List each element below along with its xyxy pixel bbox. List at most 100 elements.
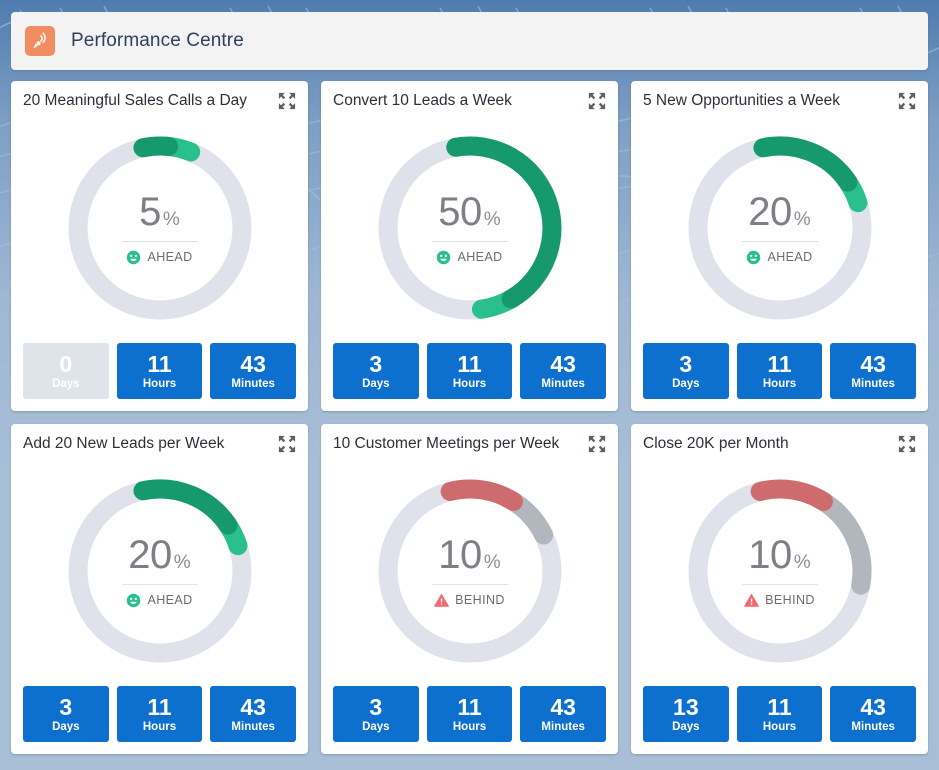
expand-icon[interactable]: [588, 92, 606, 110]
timer-tile-hours[interactable]: 11 Hours: [426, 686, 513, 742]
card-title: Add 20 New Leads per Week: [23, 435, 225, 452]
card-header: 5 New Opportunities a Week: [643, 91, 916, 117]
expand-icon[interactable]: [278, 92, 296, 110]
gauge-arc-progress: [440, 479, 523, 511]
timer-value: 13: [673, 693, 699, 720]
card-header: 20 Meaningful Sales Calls a Day: [23, 91, 296, 117]
timer-tile-days[interactable]: 3 Days: [643, 343, 729, 399]
countdown-timers: 3 Days 11 Hours 43 Minutes: [333, 686, 606, 742]
timer-tile-days[interactable]: 13 Days: [643, 686, 729, 742]
timer-tile-hours[interactable]: 11 Hours: [116, 343, 203, 399]
timer-tile-days[interactable]: 3 Days: [333, 343, 419, 399]
gauge-container: 50 % AHEAD: [333, 117, 606, 339]
progress-gauge: 10 % BEHIND: [677, 468, 883, 674]
timer-value: 43: [860, 350, 886, 377]
card-title: Convert 10 Leads a Week: [333, 92, 512, 109]
gauge-arc-progress: [750, 479, 833, 511]
timer-label: Days: [672, 721, 700, 734]
gauge-svg: [688, 479, 871, 663]
timer-label: Minutes: [851, 378, 895, 391]
timer-label: Hours: [142, 721, 177, 734]
timer-tile-days[interactable]: 0 Days: [23, 343, 109, 399]
card-title: Close 20K per Month: [643, 435, 789, 452]
timer-value: 43: [860, 693, 886, 720]
timer-label: Days: [362, 378, 390, 391]
timer-label: Minutes: [231, 721, 275, 734]
goal-card: 20 Meaningful Sales Calls a Day 5 % AHEA…: [11, 81, 308, 411]
app-root: Performance Centre 20 Meaningful Sales C…: [0, 0, 939, 754]
card-title: 10 Customer Meetings per Week: [333, 435, 560, 452]
goal-card: 10 Customer Meetings per Week 10 % BEHIN…: [321, 424, 618, 754]
timer-value: 11: [147, 693, 172, 720]
card-title: 5 New Opportunities a Week: [643, 92, 841, 109]
timer-label: Hours: [452, 721, 487, 734]
expand-icon[interactable]: [278, 435, 296, 453]
timer-value: 43: [240, 350, 266, 377]
gauge-svg: [68, 136, 251, 320]
timer-value: 3: [369, 350, 383, 377]
timer-label: Hours: [762, 378, 797, 391]
timer-tile-hours[interactable]: 11 Hours: [116, 686, 203, 742]
countdown-timers: 3 Days 11 Hours 43 Minutes: [643, 343, 916, 399]
app-header: Performance Centre: [11, 12, 928, 70]
progress-gauge: 20 % AHEAD: [677, 125, 883, 331]
goal-card: Add 20 New Leads per Week 20 % AHEAD 3 D…: [11, 424, 308, 754]
timer-tile-days[interactable]: 3 Days: [23, 686, 109, 742]
gauge-arc-progress: [752, 136, 857, 192]
timer-tile-minutes[interactable]: 43 Minutes: [210, 686, 296, 742]
timer-label: Days: [52, 721, 80, 734]
goal-card-grid: 20 Meaningful Sales Calls a Day 5 % AHEA…: [11, 81, 928, 754]
page-title: Performance Centre: [71, 30, 244, 51]
progress-gauge: 10 % BEHIND: [367, 468, 573, 674]
timer-label: Hours: [142, 378, 177, 391]
timer-value: 11: [457, 693, 482, 720]
card-header: 10 Customer Meetings per Week: [333, 434, 606, 460]
countdown-timers: 13 Days 11 Hours 43 Minutes: [643, 686, 916, 742]
timer-label: Minutes: [541, 721, 585, 734]
timer-tile-days[interactable]: 3 Days: [333, 686, 419, 742]
timer-tile-minutes[interactable]: 43 Minutes: [830, 343, 916, 399]
timer-value: 11: [147, 350, 172, 377]
expand-icon[interactable]: [898, 92, 916, 110]
timer-tile-hours[interactable]: 11 Hours: [736, 686, 823, 742]
satellite-dish-icon: [25, 26, 55, 56]
timer-tile-hours[interactable]: 11 Hours: [426, 343, 513, 399]
timer-label: Days: [672, 378, 700, 391]
expand-icon[interactable]: [898, 435, 916, 453]
timer-value: 11: [457, 350, 482, 377]
timer-value: 3: [59, 693, 73, 720]
timer-tile-minutes[interactable]: 43 Minutes: [520, 686, 606, 742]
expand-icon[interactable]: [588, 435, 606, 453]
progress-gauge: 5 % AHEAD: [57, 125, 263, 331]
progress-gauge: 20 % AHEAD: [57, 468, 263, 674]
gauge-svg: [378, 136, 561, 320]
gauge-container: 10 % BEHIND: [333, 460, 606, 682]
timer-value: 3: [679, 350, 693, 377]
timer-tile-minutes[interactable]: 43 Minutes: [210, 343, 296, 399]
timer-tile-minutes[interactable]: 43 Minutes: [520, 343, 606, 399]
timer-label: Minutes: [851, 721, 895, 734]
countdown-timers: 3 Days 11 Hours 43 Minutes: [23, 686, 296, 742]
card-title: 20 Meaningful Sales Calls a Day: [23, 92, 248, 109]
goal-card: 5 New Opportunities a Week 20 % AHEAD 3 …: [631, 81, 928, 411]
timer-label: Days: [52, 378, 80, 391]
timer-value: 3: [369, 693, 383, 720]
gauge-container: 20 % AHEAD: [643, 117, 916, 339]
gauge-container: 10 % BEHIND: [643, 460, 916, 682]
goal-card: Close 20K per Month 10 % BEHIND 13 Days …: [631, 424, 928, 754]
timer-tile-hours[interactable]: 11 Hours: [736, 343, 823, 399]
timer-value: 43: [240, 693, 266, 720]
gauge-svg: [378, 479, 561, 663]
gauge-svg: [688, 136, 871, 320]
gauge-arc-progress: [132, 136, 178, 158]
timer-label: Days: [362, 721, 390, 734]
timer-tile-minutes[interactable]: 43 Minutes: [830, 686, 916, 742]
timer-label: Hours: [762, 721, 797, 734]
card-header: Convert 10 Leads a Week: [333, 91, 606, 117]
timer-value: 11: [767, 693, 792, 720]
countdown-timers: 3 Days 11 Hours 43 Minutes: [333, 343, 606, 399]
timer-label: Minutes: [541, 378, 585, 391]
timer-value: 43: [550, 350, 576, 377]
timer-value: 43: [550, 693, 576, 720]
gauge-arc-progress: [132, 479, 237, 535]
